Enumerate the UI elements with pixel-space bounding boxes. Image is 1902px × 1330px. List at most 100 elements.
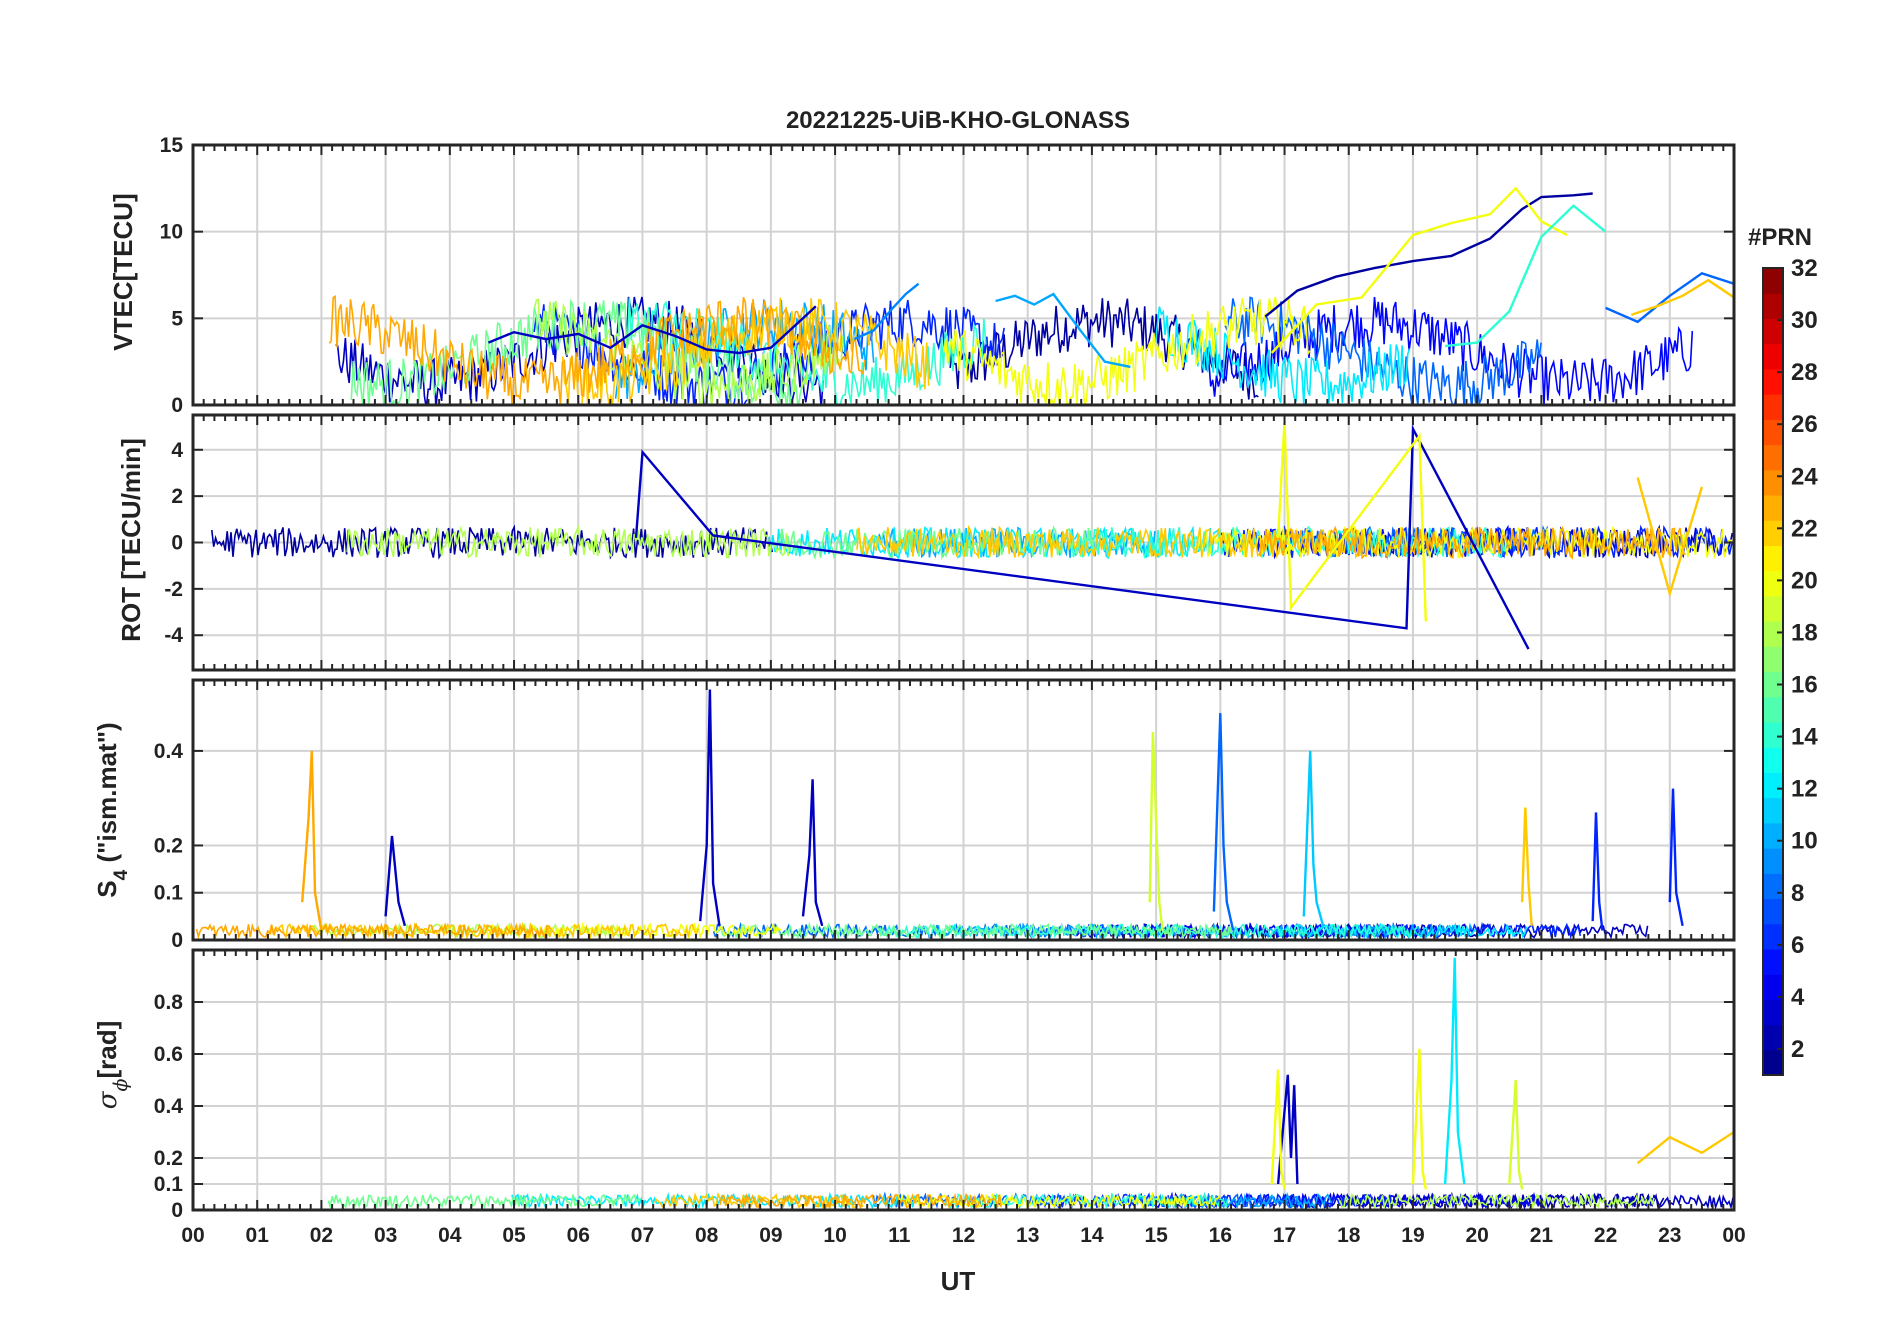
- colorbar-segment: [1763, 520, 1783, 547]
- x-tick-label: 08: [695, 1224, 719, 1247]
- y-axis-label-sigma-rest: [rad]: [92, 1021, 122, 1079]
- y-tick-label: 0.6: [154, 1043, 183, 1066]
- colorbar-segment: [1763, 999, 1783, 1026]
- y-axis-label-sigma-phi: σϕ[rad]: [92, 1021, 132, 1109]
- colorbar-segment: [1763, 898, 1783, 925]
- y-axis-label-vtec: VTEC[TECU]: [108, 193, 138, 350]
- colorbar-segment: [1763, 621, 1783, 647]
- colorbar-segment: [1763, 696, 1783, 723]
- y-tick-label: 15: [160, 134, 184, 157]
- y-axis-label-s4-sub: 4: [111, 869, 132, 880]
- x-tick-label: 10: [823, 1224, 846, 1247]
- colorbar-tick-label: 24: [1791, 463, 1818, 490]
- colorbar-segment: [1763, 595, 1783, 622]
- colorbar-segment: [1763, 343, 1783, 370]
- y-tick-label: 0.4: [154, 740, 184, 763]
- colorbar-segment: [1763, 948, 1783, 975]
- x-tick-label: 07: [631, 1224, 654, 1247]
- y-axis-label-sigma-main: σ: [93, 1090, 123, 1109]
- y-tick-label: 0.8: [154, 991, 184, 1014]
- colorbar-segment: [1763, 570, 1783, 597]
- x-tick-label: 22: [1594, 1224, 1617, 1247]
- y-tick-label: 10: [160, 221, 183, 244]
- colorbar-segment: [1763, 1024, 1783, 1051]
- colorbar-tick-label: 10: [1791, 828, 1818, 855]
- colorbar: 2468101214161820222426283032: [1762, 255, 1818, 1076]
- panel-vtec: 0 5 10 15: [160, 134, 1736, 417]
- x-tick-label: 00: [1722, 1224, 1745, 1247]
- colorbar-tick-label: 20: [1791, 567, 1818, 594]
- figure: 20221225-UiB-KHO-GLONASS 051015 -4-2024 …: [92, 107, 1818, 1296]
- colorbar-segment: [1763, 873, 1783, 900]
- colorbar-segment: [1763, 545, 1783, 572]
- x-tick-label: 11: [888, 1224, 911, 1247]
- y-tick-label: 4: [171, 439, 183, 462]
- x-tick-label: 09: [759, 1224, 782, 1247]
- chart-title: 20221225-UiB-KHO-GLONASS: [786, 107, 1130, 134]
- y-tick-label: 0.2: [154, 1147, 183, 1170]
- x-tick-label: 00: [181, 1224, 204, 1247]
- x-tick-label: 05: [502, 1224, 526, 1247]
- colorbar-tick-label: 16: [1791, 672, 1818, 699]
- y-tick-label: 0: [171, 394, 183, 417]
- x-tick-label: 19: [1401, 1224, 1424, 1247]
- y-tick-label: 0.2: [154, 834, 183, 857]
- colorbar-tick-label: 26: [1791, 411, 1818, 438]
- colorbar-segment: [1763, 318, 1783, 345]
- colorbar-segment: [1763, 646, 1783, 673]
- y-tick-label: 0.4: [154, 1095, 184, 1118]
- colorbar-segment: [1763, 848, 1783, 874]
- colorbar-label: #PRN: [1748, 224, 1812, 251]
- x-tick-label: 20: [1465, 1224, 1488, 1247]
- colorbar-segment: [1763, 293, 1783, 320]
- panel-sigma-phi: 0 0.1 0.2 0.4 0.6 0.8: [154, 948, 1736, 1222]
- x-tick-label: 23: [1658, 1224, 1681, 1247]
- y-axis-label-s4: S4 ("ism.mat"): [92, 722, 132, 897]
- x-axis-label: UT: [941, 1266, 976, 1296]
- y-tick-label: 0: [171, 532, 183, 555]
- panel-rot: -4 -2 0 2 4: [164, 413, 1736, 672]
- colorbar-segment: [1763, 469, 1783, 496]
- y-axis-label-s4-main: S: [92, 880, 122, 897]
- colorbar-tick-label: 6: [1791, 932, 1804, 959]
- x-tick-label: 15: [1144, 1224, 1168, 1247]
- colorbar-tick-label: 12: [1791, 776, 1818, 803]
- y-tick-label: 5: [171, 307, 183, 330]
- colorbar-tick-label: 2: [1791, 1036, 1804, 1063]
- colorbar-segment: [1763, 797, 1783, 824]
- colorbar-segment: [1763, 772, 1783, 799]
- x-axis: 00 01 02 03 04 05 06 07 08 09 10 11 12 13 14 15 16 17 18 19…: [181, 1224, 1745, 1247]
- colorbar-segment: [1763, 394, 1783, 420]
- x-tick-label: 13: [1016, 1224, 1039, 1247]
- colorbar-segment: [1763, 747, 1783, 773]
- x-tick-label: 04: [438, 1224, 462, 1247]
- colorbar-tick-label: 18: [1791, 619, 1818, 646]
- colorbar-tick-label: 28: [1791, 359, 1818, 386]
- y-tick-label: 0: [171, 1199, 183, 1222]
- colorbar-segment: [1763, 419, 1783, 446]
- colorbar-segment: [1763, 822, 1783, 849]
- colorbar-segment: [1763, 268, 1783, 294]
- x-tick-label: 02: [310, 1224, 333, 1247]
- x-tick-label: 17: [1273, 1224, 1296, 1247]
- colorbar-segment: [1763, 1049, 1783, 1076]
- colorbar-segment: [1763, 444, 1783, 471]
- colorbar-tick-label: 4: [1791, 984, 1805, 1011]
- y-tick-label: 0: [171, 929, 183, 952]
- x-tick-label: 21: [1530, 1224, 1554, 1247]
- y-tick-label: 0.1: [154, 1173, 184, 1196]
- y-tick-label: 2: [171, 485, 183, 508]
- colorbar-tick-label: 22: [1791, 515, 1818, 542]
- colorbar-segment: [1763, 721, 1783, 748]
- x-tick-label: 14: [1080, 1224, 1104, 1247]
- x-tick-label: 18: [1337, 1224, 1361, 1247]
- y-tick-label: 0.1: [154, 882, 184, 905]
- colorbar-tick-label: 30: [1791, 307, 1818, 334]
- colorbar-tick-label: 14: [1791, 724, 1818, 751]
- y-axis-label-sigma-sub: ϕ: [110, 1078, 132, 1091]
- y-tick-label: -2: [164, 578, 183, 601]
- y-tick-label: -4: [164, 624, 183, 647]
- x-tick-label: 12: [952, 1224, 975, 1247]
- y-axis-label-rot: ROT [TECU/min]: [116, 438, 146, 642]
- y-axis-label-s4-rest: ("ism.mat"): [92, 722, 122, 869]
